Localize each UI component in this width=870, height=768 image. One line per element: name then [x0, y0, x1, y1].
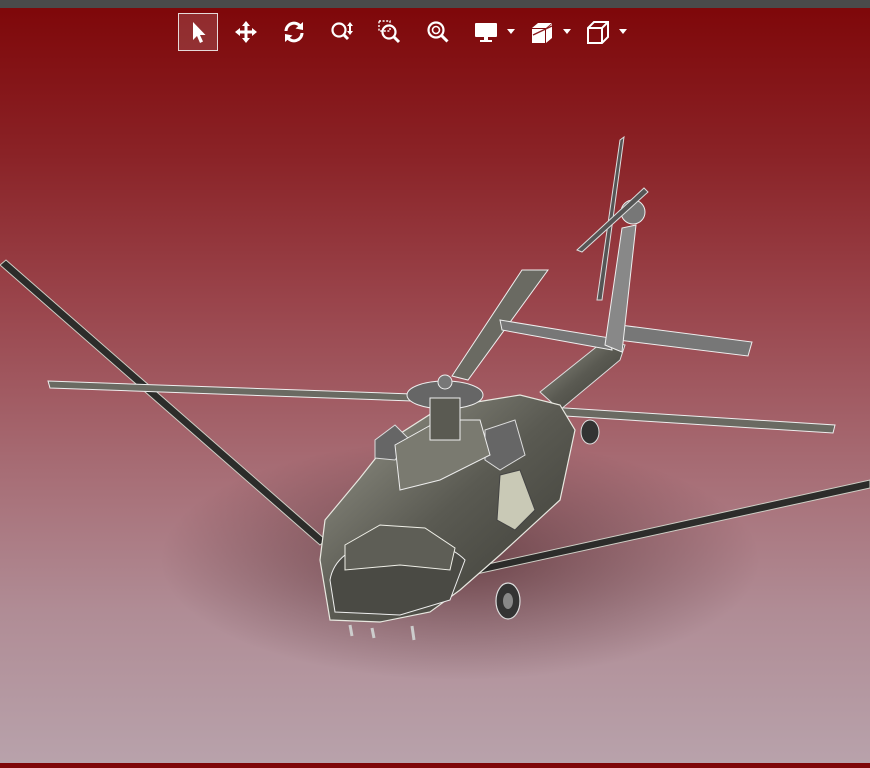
window-top-border [0, 0, 870, 8]
zoom-tool-button[interactable] [322, 13, 362, 51]
view-orientation-button[interactable] [578, 13, 618, 51]
helicopter-model[interactable] [0, 56, 870, 763]
pan-tool-button[interactable] [226, 13, 266, 51]
chevron-down-icon[interactable] [562, 13, 572, 51]
zoom-fit-icon [427, 21, 449, 43]
zoom-updown-icon [331, 22, 353, 41]
chevron-down-icon[interactable] [618, 13, 628, 51]
section-dropdown[interactable] [522, 13, 572, 51]
monitor-icon [475, 23, 497, 42]
3d-viewport[interactable] [0, 56, 870, 763]
zoom-window-icon [378, 20, 401, 44]
chevron-down-icon[interactable] [506, 13, 516, 51]
pointer-arrow-icon [193, 22, 206, 43]
rotate-tool-button[interactable] [274, 13, 314, 51]
zoom-window-tool-button[interactable] [370, 13, 410, 51]
view-toolbar [178, 12, 634, 52]
display-mode-button[interactable] [466, 13, 506, 51]
section-cube-icon [532, 23, 553, 43]
section-button[interactable] [522, 13, 562, 51]
zoom-fit-tool-button[interactable] [418, 13, 458, 51]
move-arrows-icon [235, 21, 257, 43]
display-mode-dropdown[interactable] [466, 13, 516, 51]
cube-icon [587, 21, 609, 44]
select-tool-button[interactable] [178, 13, 218, 51]
view-orientation-dropdown[interactable] [578, 13, 628, 51]
rotate-icon [284, 21, 304, 43]
